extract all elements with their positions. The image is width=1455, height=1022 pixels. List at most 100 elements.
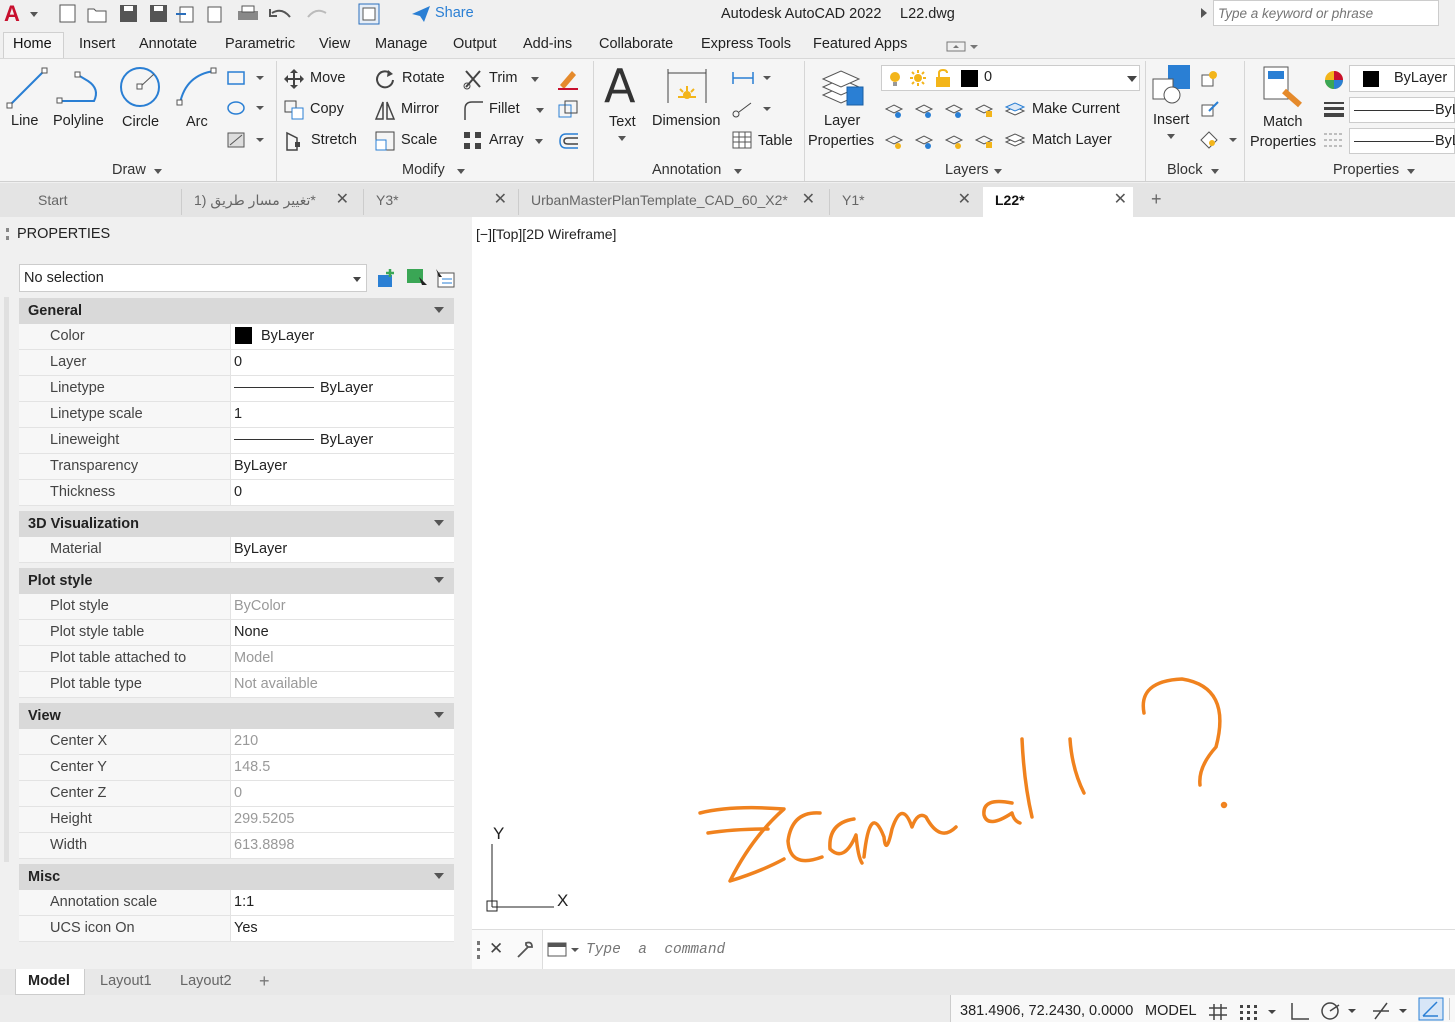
tab-add-ins[interactable]: Add-ins	[523, 36, 572, 52]
palette-grip-icon[interactable]	[6, 228, 9, 240]
doc-tab-arabic[interactable]: تغيير مسار طريق (1* ✕	[181, 189, 355, 215]
section-view[interactable]: View	[19, 703, 454, 729]
rotate-icon[interactable]	[374, 68, 396, 90]
doc-tab-y1[interactable]: Y1* ✕	[829, 189, 977, 215]
selection-dropdown[interactable]: No selection	[19, 264, 367, 292]
cursor-coordinates[interactable]: 381.4906, 72.2430, 0.0000	[960, 1003, 1133, 1019]
stretch-icon[interactable]	[283, 130, 305, 152]
section-misc[interactable]: Misc	[19, 864, 454, 890]
drawing-viewport[interactable]: [−][Top][2D Wireframe] Y X	[472, 217, 1455, 929]
quick-select-icon[interactable]	[434, 267, 458, 289]
section-plot-style[interactable]: Plot style	[19, 568, 454, 594]
tab-view[interactable]: View	[319, 36, 350, 52]
property-row[interactable]: Transparency ByLayer	[19, 454, 454, 480]
select-objects-icon[interactable]	[405, 267, 429, 289]
lineweight-icon[interactable]	[1323, 99, 1345, 119]
close-tab-icon[interactable]: ✕	[802, 189, 815, 211]
block-panel-chevron-icon[interactable]	[1211, 169, 1219, 174]
circle-button[interactable]: Circle	[122, 114, 159, 130]
cmd-customize-icon[interactable]	[515, 940, 535, 960]
property-row[interactable]: Center X 210	[19, 729, 454, 755]
fillet-icon[interactable]	[462, 99, 484, 121]
make-current-button[interactable]: Make Current	[1032, 101, 1120, 117]
trim-dropdown-icon[interactable]	[531, 77, 539, 82]
print-icon[interactable]	[238, 5, 258, 20]
app-menu-chevron-icon[interactable]	[30, 12, 38, 17]
ortho-icon[interactable]	[1289, 1001, 1313, 1021]
layer-properties-icon[interactable]	[819, 65, 865, 109]
fillet-dropdown-icon[interactable]	[536, 108, 544, 113]
line-icon[interactable]	[6, 65, 48, 109]
scale-button[interactable]: Scale	[401, 132, 437, 148]
property-value[interactable]: 0	[230, 480, 454, 505]
property-value[interactable]: ByLayer	[230, 376, 454, 401]
leader-icon[interactable]	[731, 99, 771, 119]
stretch-button[interactable]: Stretch	[311, 132, 357, 148]
property-row[interactable]: UCS icon On Yes	[19, 916, 454, 942]
move-button[interactable]: Move	[310, 70, 345, 86]
ribbon-minimize-icon[interactable]	[946, 40, 978, 52]
command-input[interactable]	[586, 936, 1426, 964]
insert-button[interactable]: Insert	[1153, 112, 1189, 128]
tab-output[interactable]: Output	[453, 36, 497, 52]
tab-parametric[interactable]: Parametric	[225, 36, 295, 52]
doc-tab-l22[interactable]: L22* ✕	[983, 187, 1133, 217]
toggle-pickadd-icon[interactable]	[376, 267, 400, 289]
table-icon[interactable]	[732, 131, 752, 149]
property-value[interactable]: Yes	[230, 916, 454, 941]
text-icon[interactable]: A	[604, 61, 635, 111]
doc-tab-start[interactable]: Start	[26, 189, 176, 215]
rectangle-icon[interactable]	[226, 69, 266, 87]
close-tab-icon[interactable]: ✕	[958, 189, 971, 211]
linetype-icon[interactable]	[1323, 130, 1345, 150]
property-value[interactable]: ByLayer	[230, 454, 454, 479]
export-icon[interactable]	[207, 6, 222, 23]
close-tab-icon[interactable]: ✕	[1114, 187, 1127, 213]
lineweight-dropdown[interactable]: ByL	[1349, 97, 1455, 123]
match-properties-icon[interactable]	[1262, 65, 1306, 109]
drawing-area[interactable]: Y X	[472, 217, 1455, 929]
property-row[interactable]: Plot table attached to Model	[19, 646, 454, 672]
move-icon[interactable]	[283, 68, 305, 90]
offset-icon[interactable]	[556, 130, 580, 152]
selection-chevron-icon[interactable]	[353, 277, 361, 282]
match-properties-button-line2[interactable]: Properties	[1250, 134, 1316, 150]
new-layout-plus-icon[interactable]: +	[259, 971, 270, 992]
tab-collaborate[interactable]: Collaborate	[599, 36, 673, 52]
create-block-icon[interactable]	[1199, 69, 1221, 89]
new-file-icon[interactable]	[59, 4, 76, 23]
circle-icon[interactable]	[118, 65, 162, 109]
doc-tab-y3[interactable]: Y3* ✕	[363, 189, 513, 215]
layout-tab-model[interactable]: Model	[15, 969, 85, 995]
collapse-chevron-icon[interactable]	[434, 712, 444, 718]
dimension-button[interactable]: Dimension	[652, 113, 721, 129]
match-properties-button-line1[interactable]: Match	[1263, 114, 1303, 130]
layer-dropdown-chevron-icon[interactable]	[1127, 76, 1137, 82]
annotation-panel-label[interactable]: Annotation	[652, 162, 721, 178]
tab-annotate[interactable]: Annotate	[139, 36, 197, 52]
import-icon[interactable]	[176, 6, 194, 23]
table-button[interactable]: Table	[758, 133, 793, 149]
linetype-dropdown[interactable]: ByL	[1349, 128, 1455, 154]
draw-panel-chevron-icon[interactable]	[154, 169, 162, 174]
block-attributes-icon[interactable]	[1199, 130, 1239, 150]
layer-dropdown[interactable]: 0	[881, 65, 1140, 91]
property-value[interactable]: None	[230, 620, 454, 645]
property-value[interactable]: 0	[230, 350, 454, 375]
property-row[interactable]: Center Z0	[19, 781, 454, 807]
property-row[interactable]: Thickness 0	[19, 480, 454, 506]
layers-panel-chevron-icon[interactable]	[994, 169, 1002, 174]
property-value[interactable]: ByLayer	[230, 537, 454, 562]
property-row[interactable]: Center Y 148.5	[19, 755, 454, 781]
trim-button[interactable]: Trim	[489, 70, 517, 86]
tab-home[interactable]: Home	[13, 36, 52, 52]
array-button[interactable]: Array	[489, 132, 524, 148]
trim-icon[interactable]	[462, 68, 484, 90]
object-snap-tracking-icon[interactable]	[1418, 997, 1444, 1021]
property-row[interactable]: Width 613.8898	[19, 833, 454, 859]
copy-icon[interactable]	[283, 99, 305, 121]
layer-properties-button-line2[interactable]: Properties	[808, 133, 874, 149]
tab-featured-apps[interactable]: Featured Apps	[813, 36, 907, 52]
section-general[interactable]: General	[19, 298, 454, 324]
status-more-icon[interactable]	[1449, 998, 1455, 1020]
